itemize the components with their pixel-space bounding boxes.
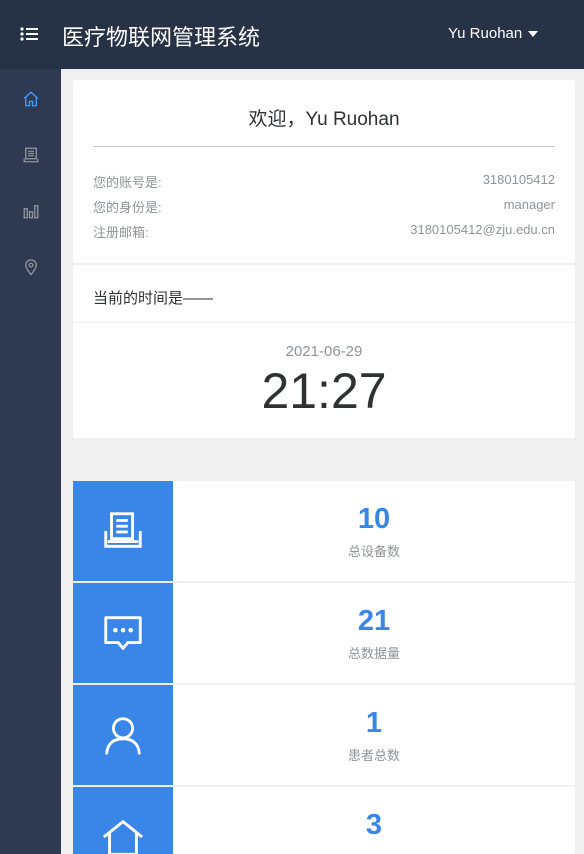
stat-value: 21 (357, 605, 391, 637)
sidebar (0, 69, 61, 854)
stat-card-locations[interactable]: 3 (73, 787, 575, 854)
time-card: 当前的时间是—— 2021-06-29 21:27 (73, 265, 575, 438)
stat-card-patients[interactable]: 1 患者总数 (73, 685, 575, 785)
welcome-card: 欢迎，Yu Ruohan 您的账号是: 3180105412 您的身份是: ma… (73, 80, 575, 263)
stat-icon-box (73, 685, 173, 785)
stat-label: 总数据量 (347, 646, 400, 661)
account-label: 您的账号是: (93, 175, 162, 190)
list-menu-icon[interactable] (18, 22, 42, 46)
sidebar-item-charts[interactable] (0, 183, 61, 239)
stat-value: 1 (365, 707, 383, 739)
account-value: 3180105412 (482, 172, 555, 187)
sidebar-item-home[interactable] (0, 71, 61, 127)
message-icon (104, 616, 142, 650)
time-label: 当前的时间是—— (93, 290, 214, 307)
sidebar-item-devices[interactable] (0, 127, 61, 183)
home-icon (102, 820, 144, 854)
email-row: 注册邮箱: 3180105412@zju.edu.cn (93, 222, 555, 241)
role-row: 您的身份是: manager (93, 197, 555, 216)
bar-chart-icon (23, 205, 38, 219)
sidebar-item-location[interactable] (0, 239, 61, 295)
app-title: 医疗物联网管理系统 (62, 25, 261, 50)
stat-icon-box (73, 583, 173, 683)
user-icon (105, 717, 141, 755)
stat-icon-box (73, 481, 173, 581)
stat-card-devices[interactable]: 10 总设备数 (73, 481, 575, 581)
top-header: 医疗物联网管理系统 Yu Ruohan (0, 0, 584, 69)
current-date: 2021-06-29 (285, 343, 363, 360)
user-name: Yu Ruohan (448, 25, 523, 42)
account-row: 您的账号是: 3180105412 (93, 172, 555, 191)
location-pin-icon (24, 259, 37, 276)
current-time: 21:27 (261, 363, 387, 419)
email-label: 注册邮箱: (93, 225, 149, 240)
caret-down-icon (528, 30, 539, 37)
device-book-icon (104, 512, 142, 548)
stat-value: 10 (357, 503, 391, 535)
divider (73, 322, 575, 323)
book-icon (23, 147, 38, 163)
role-value: manager (503, 197, 555, 212)
role-label: 您的身份是: (93, 200, 162, 215)
stat-card-data[interactable]: 21 总数据量 (73, 583, 575, 683)
stat-label: 总设备数 (347, 544, 400, 559)
email-value: 3180105412@zju.edu.cn (410, 222, 555, 237)
main-content: 欢迎，Yu Ruohan 您的账号是: 3180105412 您的身份是: ma… (61, 69, 584, 854)
home-icon (23, 91, 38, 107)
divider (93, 146, 555, 147)
stat-icon-box (73, 787, 173, 854)
welcome-title: 欢迎，Yu Ruohan (248, 109, 400, 130)
stat-label: 患者总数 (347, 748, 400, 763)
user-dropdown[interactable]: Yu Ruohan (448, 25, 539, 42)
stat-value: 3 (365, 809, 383, 841)
